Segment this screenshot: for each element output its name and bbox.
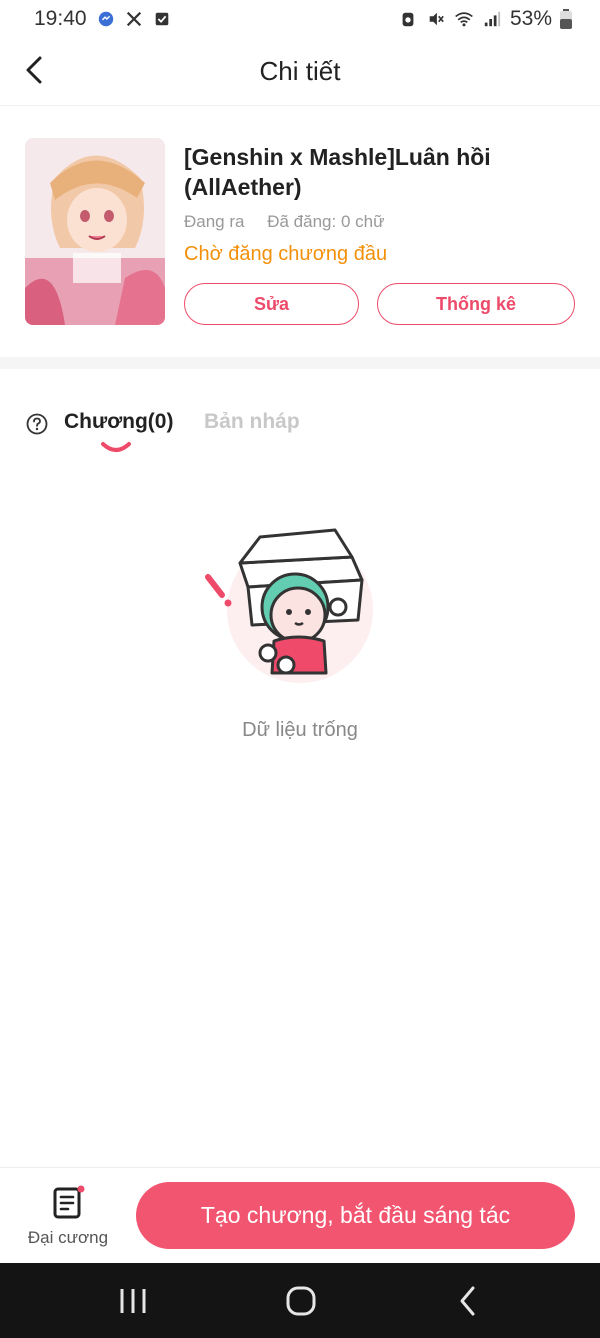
book-status: Đang ra xyxy=(184,212,245,231)
status-bar: 19:40 53% xyxy=(0,0,600,38)
x-icon xyxy=(126,11,142,27)
status-left-icons xyxy=(96,10,172,28)
stats-button[interactable]: Thống kê xyxy=(377,283,575,325)
system-back-icon[interactable] xyxy=(455,1285,483,1317)
recent-apps-icon[interactable] xyxy=(118,1287,148,1315)
book-cover[interactable] xyxy=(25,138,165,325)
outline-icon[interactable] xyxy=(52,1185,86,1221)
tab-drafts[interactable]: Bản nháp xyxy=(204,410,300,434)
status-right: 53% xyxy=(398,7,572,31)
section-divider xyxy=(0,357,600,369)
home-icon[interactable] xyxy=(285,1285,317,1317)
book-word-count: Đã đăng: 0 chữ xyxy=(267,212,385,231)
edit-button[interactable]: Sửa xyxy=(184,283,359,325)
mute-icon xyxy=(429,12,444,26)
empty-box-illustration xyxy=(205,528,373,683)
messenger-icon xyxy=(98,11,114,27)
battery-icon xyxy=(560,9,572,29)
tab-active-indicator xyxy=(101,442,131,452)
page-title: Chi tiết xyxy=(259,56,341,86)
header: Chi tiết xyxy=(0,38,600,106)
system-nav-bar xyxy=(0,1263,600,1338)
check-box-icon xyxy=(155,12,169,26)
empty-state-text: Dữ liệu trống xyxy=(242,719,358,741)
pending-note: Chờ đăng chương đầu xyxy=(184,243,388,265)
help-icon[interactable] xyxy=(26,413,48,435)
tab-chapters[interactable]: Chương(0) xyxy=(64,410,173,434)
status-time: 19:40 xyxy=(34,7,87,30)
create-chapter-button[interactable]: Tạo chương, bắt đầu sáng tác xyxy=(136,1182,575,1249)
battery-text: 53% xyxy=(509,7,552,30)
recycle-icon xyxy=(402,12,414,27)
wifi-icon xyxy=(455,12,473,27)
book-title: [Genshin x Mashle]Luân hồi (AllAether) xyxy=(184,144,491,200)
signal-icon xyxy=(484,11,501,27)
cover-image xyxy=(25,138,165,325)
outline-label[interactable]: Đại cương xyxy=(0,1228,136,1248)
book-meta: Đang ra Đã đăng: 0 chữ xyxy=(184,212,402,232)
